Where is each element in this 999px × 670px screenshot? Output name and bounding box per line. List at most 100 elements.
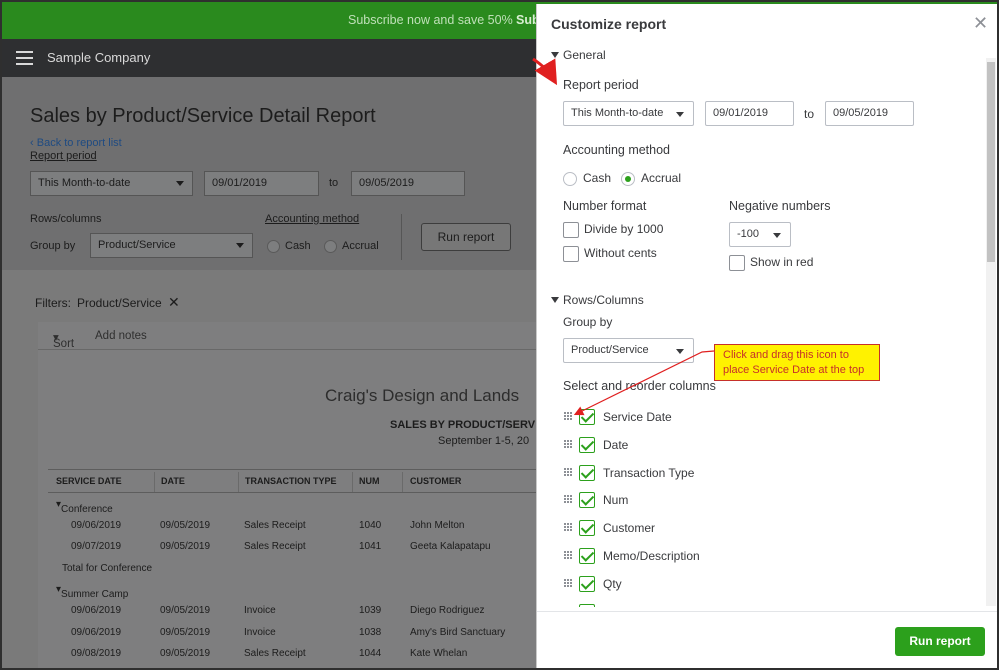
cell: 09/06/2019 — [71, 627, 122, 638]
bg-from-date-input[interactable]: 09/01/2019 — [204, 171, 319, 196]
annotation-line-1: Click and drag this icon to — [723, 349, 849, 361]
col-header[interactable]: NUM — [359, 476, 380, 486]
drag-handle-icon[interactable] — [564, 412, 573, 421]
table-row[interactable]: 09/06/2019 09/05/2019 Sales Receipt 1040 Joh… — [48, 515, 548, 535]
column-label: Sales Price — [603, 605, 664, 607]
bg-group-by-label: Group by — [30, 240, 76, 252]
column-checkbox[interactable] — [579, 548, 595, 564]
add-notes-link[interactable]: Add notes — [95, 330, 147, 342]
cell: 09/07/2019 — [71, 541, 122, 552]
table-row[interactable]: 09/08/2019 09/05/2019 Sales Receipt 1044 Kat… — [48, 643, 548, 663]
column-list: Service Date Date Transaction Type Num Custo… — [537, 4, 986, 607]
total-row: Total for Conference — [48, 558, 548, 578]
drag-handle-icon[interactable] — [564, 523, 573, 532]
bg-accrual-radio[interactable] — [324, 240, 337, 253]
table-row[interactable]: 09/07/2019 09/05/2019 Sales Receipt 1041 Gee… — [48, 536, 548, 556]
bg-rows-columns-label: Rows/columns — [30, 213, 102, 225]
bg-period-value: This Month-to-date — [38, 177, 131, 189]
group-label: Conference — [61, 504, 113, 515]
group-row[interactable]: ▾ Conference — [48, 494, 548, 515]
bg-to-word: to — [329, 177, 339, 189]
cell: 1041 — [359, 541, 382, 552]
drag-handle-icon[interactable] — [564, 578, 573, 588]
customize-report-panel: Customize report ✕ General Report period… — [536, 4, 997, 668]
drag-handle-icon[interactable] — [564, 495, 573, 504]
divider — [401, 214, 402, 260]
column-checkbox[interactable] — [579, 436, 595, 453]
group-row[interactable]: ▾ Summer Camp — [48, 579, 548, 600]
cell: Invoice — [244, 627, 276, 638]
bg-report-period-select[interactable]: This Month-to-date — [30, 171, 193, 196]
bg-to-date-input[interactable]: 09/05/2019 — [351, 171, 465, 196]
filters-bar: Filters: Product/Service ✕ — [35, 294, 180, 311]
remove-filter-icon[interactable]: ✕ — [168, 294, 180, 310]
report-toolbar: Sort ▾ Add notes — [38, 322, 548, 350]
bg-to-value: 09/05/2019 — [359, 177, 415, 189]
column-label: Transaction Type — [603, 465, 695, 480]
screenshot-frame: Subscribe now and save 50% Sub Sample Co… — [0, 0, 999, 670]
col-header[interactable]: DATE — [161, 476, 185, 486]
bg-run-report-button[interactable]: Run report — [421, 223, 511, 251]
report-period-label: Report period — [30, 150, 97, 162]
run-report-button[interactable]: Run report — [895, 627, 985, 656]
sort-label: Sort — [53, 338, 75, 350]
bg-accounting-method-label: Accounting method — [265, 213, 360, 225]
column-label: Customer — [603, 521, 656, 536]
col-header[interactable]: TRANSACTION TYPE — [245, 476, 337, 486]
column-checkbox[interactable] — [579, 464, 595, 481]
filters-label: Filters: — [35, 296, 71, 310]
company-name: Sample Company — [47, 50, 151, 65]
filter-chip-label: Product/Service — [77, 296, 162, 310]
drag-handle-icon[interactable] — [564, 439, 573, 449]
column-label: Qty — [603, 576, 622, 591]
column-checkbox[interactable] — [579, 492, 595, 509]
bg-group-by-select[interactable]: Product/Service — [90, 233, 253, 258]
cell: 1040 — [359, 520, 382, 531]
promo-text: Subscribe now and save 50% — [348, 13, 513, 27]
drag-handle-icon[interactable] — [564, 467, 573, 477]
cell: 1038 — [359, 627, 382, 638]
cell: Diego Rodriguez — [410, 605, 485, 616]
cell: 09/05/2019 — [160, 627, 211, 638]
table-row[interactable]: 09/06/2019 09/05/2019 Invoice 1038 Amy's Bir… — [48, 622, 548, 642]
col-header[interactable]: SERVICE DATE — [56, 476, 122, 486]
table-row[interactable]: 09/06/2019 09/05/2019 Invoice 1039 Diego Rod… — [48, 600, 548, 620]
bg-group-by-value: Product/Service — [98, 239, 176, 251]
bg-cash-radio[interactable] — [267, 240, 280, 253]
report-table-header: SERVICE DATE DATE TRANSACTION TYPE NUM C… — [48, 469, 548, 493]
footer-divider — [537, 611, 997, 612]
column-checkbox[interactable] — [579, 575, 595, 592]
back-to-report-list-link[interactable]: ‹ Back to report list — [30, 137, 122, 149]
hamburger-menu-icon[interactable] — [16, 51, 33, 65]
back-link-label: Back to report list — [36, 137, 122, 149]
cell: 09/05/2019 — [160, 520, 211, 531]
drag-handle-icon[interactable] — [564, 551, 573, 560]
bg-cash-label: Cash — [285, 240, 311, 252]
col-header[interactable]: CUSTOMER — [410, 476, 461, 486]
annotation-callout: Click and drag this icon to place Servic… — [714, 344, 880, 381]
total-label: Total for Conference — [62, 563, 153, 574]
sort-menu[interactable]: Sort ▾ — [53, 330, 74, 350]
cell: Sales Receipt — [244, 520, 306, 531]
cell: Amy's Bird Sanctuary — [410, 627, 506, 638]
cell: 09/06/2019 — [71, 520, 122, 531]
column-checkbox[interactable] — [579, 603, 595, 607]
scrollbar-thumb[interactable] — [987, 62, 995, 262]
cell: 1044 — [359, 648, 382, 659]
cell: Geeta Kalapatapu — [410, 541, 491, 552]
cell: Sales Receipt — [244, 541, 306, 552]
column-label: Num — [603, 493, 629, 508]
cell: 09/05/2019 — [160, 648, 211, 659]
modal-scrollbar[interactable] — [986, 58, 996, 606]
column-checkbox[interactable] — [579, 409, 595, 425]
cell: Sales Receipt — [244, 648, 306, 659]
cell: 09/05/2019 — [160, 541, 211, 552]
bg-accrual-label: Accrual — [342, 240, 379, 252]
cell: 09/06/2019 — [71, 605, 122, 616]
chevron-down-icon — [176, 181, 184, 186]
cell: Kate Whelan — [410, 648, 468, 659]
page-title: Sales by Product/Service Detail Report — [30, 105, 376, 127]
annotation-line-2: place Service Date at the top — [723, 364, 865, 376]
column-checkbox[interactable] — [579, 520, 595, 537]
cell: 1039 — [359, 605, 382, 616]
